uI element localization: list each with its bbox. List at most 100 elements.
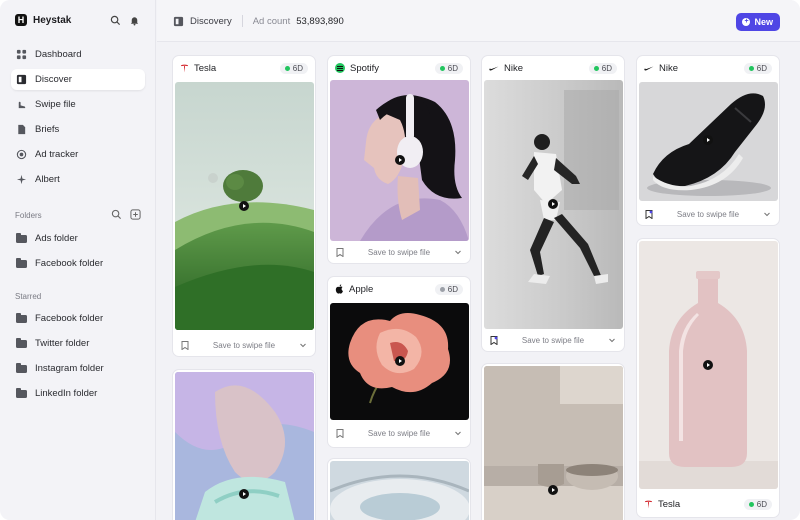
nav-item-ad-tracker[interactable]: Ad tracker [11, 144, 145, 165]
search-icon[interactable] [110, 15, 121, 26]
nav-label: Swipe file [35, 99, 76, 110]
nav-item-swipe-file[interactable]: Swipe file [11, 94, 145, 115]
ad-card[interactable]: Tesla 6D [636, 238, 780, 518]
ad-media[interactable] [484, 80, 623, 329]
discover-icon [173, 16, 184, 26]
save-to-swipe-file-button[interactable]: Save to swipe file [653, 210, 763, 219]
badge-label: 6D [756, 63, 767, 73]
card-header: Spotify 6D [328, 56, 470, 80]
discover-icon [16, 74, 27, 85]
status-dot [284, 65, 290, 71]
chevron-down-icon[interactable] [454, 248, 462, 257]
target-icon [16, 149, 27, 160]
chevron-down-icon[interactable] [763, 210, 771, 219]
ad-card[interactable]: Nike 6D Save to swipe file [636, 55, 780, 226]
folder-icon [16, 337, 27, 348]
ad-media[interactable] [639, 82, 778, 201]
nav-item-dashboard[interactable]: Dashboard [11, 44, 145, 65]
save-to-swipe-file-button[interactable]: Save to swipe file [344, 248, 454, 257]
starred-item-twitter[interactable]: Twitter folder [11, 333, 145, 354]
ad-card[interactable] [327, 458, 471, 520]
starred-item-linkedin[interactable]: LinkedIn folder [11, 383, 145, 404]
ad-card[interactable]: Spotify 6D Save to swipe file [327, 55, 471, 264]
folder-label: Instagram folder [35, 363, 104, 374]
bookmark-add-icon[interactable] [645, 209, 653, 219]
bookmark-icon[interactable] [181, 340, 189, 350]
folder-item-ads[interactable]: Ads folder [11, 228, 145, 249]
card-header: Tesla 6D [637, 492, 779, 516]
apple-logo-icon [335, 284, 343, 294]
ad-card[interactable]: Apple 6D Save to swipe file [327, 276, 471, 448]
badge-label: 6D [601, 63, 612, 73]
folder-icon [16, 362, 27, 373]
nav-item-albert[interactable]: Albert [11, 169, 145, 190]
brand-line: Nike [644, 63, 678, 74]
status-badge: 6D [434, 283, 463, 295]
card-header: Nike 6D [482, 56, 624, 80]
ad-media[interactable] [484, 366, 623, 520]
folder-item-facebook[interactable]: Facebook folder [11, 253, 145, 274]
brand[interactable]: H Heystak [15, 14, 71, 26]
chevron-down-icon[interactable] [608, 336, 616, 345]
save-to-swipe-file-button[interactable]: Save to swipe file [344, 429, 454, 438]
starred-item-instagram[interactable]: Instagram folder [11, 358, 145, 379]
folder-icon [16, 387, 27, 398]
ad-card[interactable] [172, 369, 316, 520]
main-nav: Dashboard Discover Swipe file Briefs Ad … [11, 44, 145, 194]
status-dot [439, 286, 445, 292]
play-icon[interactable] [395, 155, 405, 165]
breadcrumb: Discovery Ad count 53,893,890 [173, 15, 344, 27]
search-folders-icon[interactable] [111, 209, 122, 220]
nav-label: Dashboard [35, 49, 82, 60]
ad-media[interactable] [175, 82, 314, 330]
ad-media[interactable] [639, 241, 778, 489]
bookmark-add-icon[interactable] [490, 335, 498, 345]
play-icon[interactable] [548, 199, 558, 209]
app-window: H Heystak Dashboard Discover Swipe file … [0, 0, 800, 520]
ad-card[interactable]: Nike 6D Save to swipe file [481, 55, 625, 352]
chevron-down-icon[interactable] [454, 429, 462, 438]
nav-item-discover[interactable]: Discover [11, 69, 145, 90]
ad-media[interactable] [330, 461, 469, 520]
card-footer: Save to swipe file [482, 329, 624, 351]
nav-label: Ad tracker [35, 149, 79, 160]
bookmark-icon[interactable] [336, 428, 344, 438]
bowls-image [484, 366, 623, 520]
top-bar: Discovery Ad count 53,893,890 + New [157, 0, 800, 42]
nike-logo-icon [644, 66, 654, 70]
bookmark-icon[interactable] [336, 247, 344, 257]
play-icon[interactable] [239, 201, 249, 211]
swipe-icon [18, 101, 26, 109]
ad-media[interactable] [330, 80, 469, 241]
play-icon[interactable] [703, 135, 713, 145]
ad-media[interactable] [175, 372, 314, 520]
new-button[interactable]: + New [736, 13, 780, 31]
save-to-swipe-file-button[interactable]: Save to swipe file [498, 336, 608, 345]
page-title: Discovery [190, 15, 232, 27]
ad-card[interactable]: Tesla 6D [172, 55, 316, 357]
play-icon[interactable] [703, 360, 713, 370]
nav-item-briefs[interactable]: Briefs [11, 119, 145, 140]
spotify-logo-icon [335, 63, 345, 73]
card-header: Apple 6D [328, 277, 470, 301]
play-icon[interactable] [395, 356, 405, 366]
ad-card[interactable] [481, 363, 625, 520]
save-to-swipe-file-button[interactable]: Save to swipe file [189, 341, 299, 350]
nav-label: Albert [35, 174, 60, 185]
badge-label: 6D [447, 284, 458, 294]
divider [241, 15, 243, 27]
starred-item-facebook[interactable]: Facebook folder [11, 308, 145, 329]
play-icon[interactable] [239, 489, 249, 499]
folder-actions [111, 209, 141, 220]
plus-icon: + [742, 18, 751, 26]
card-header: Tesla 6D [173, 56, 315, 80]
add-folder-icon[interactable] [130, 209, 141, 220]
bell-icon[interactable] [129, 15, 140, 26]
play-icon[interactable] [548, 485, 558, 495]
brand-line: Spotify [335, 63, 379, 74]
folders-section-label: Folders [15, 211, 42, 220]
folder-icon [16, 312, 27, 323]
chevron-down-icon[interactable] [299, 341, 307, 350]
ad-media[interactable] [330, 303, 469, 420]
status-badge: 6D [588, 62, 617, 74]
